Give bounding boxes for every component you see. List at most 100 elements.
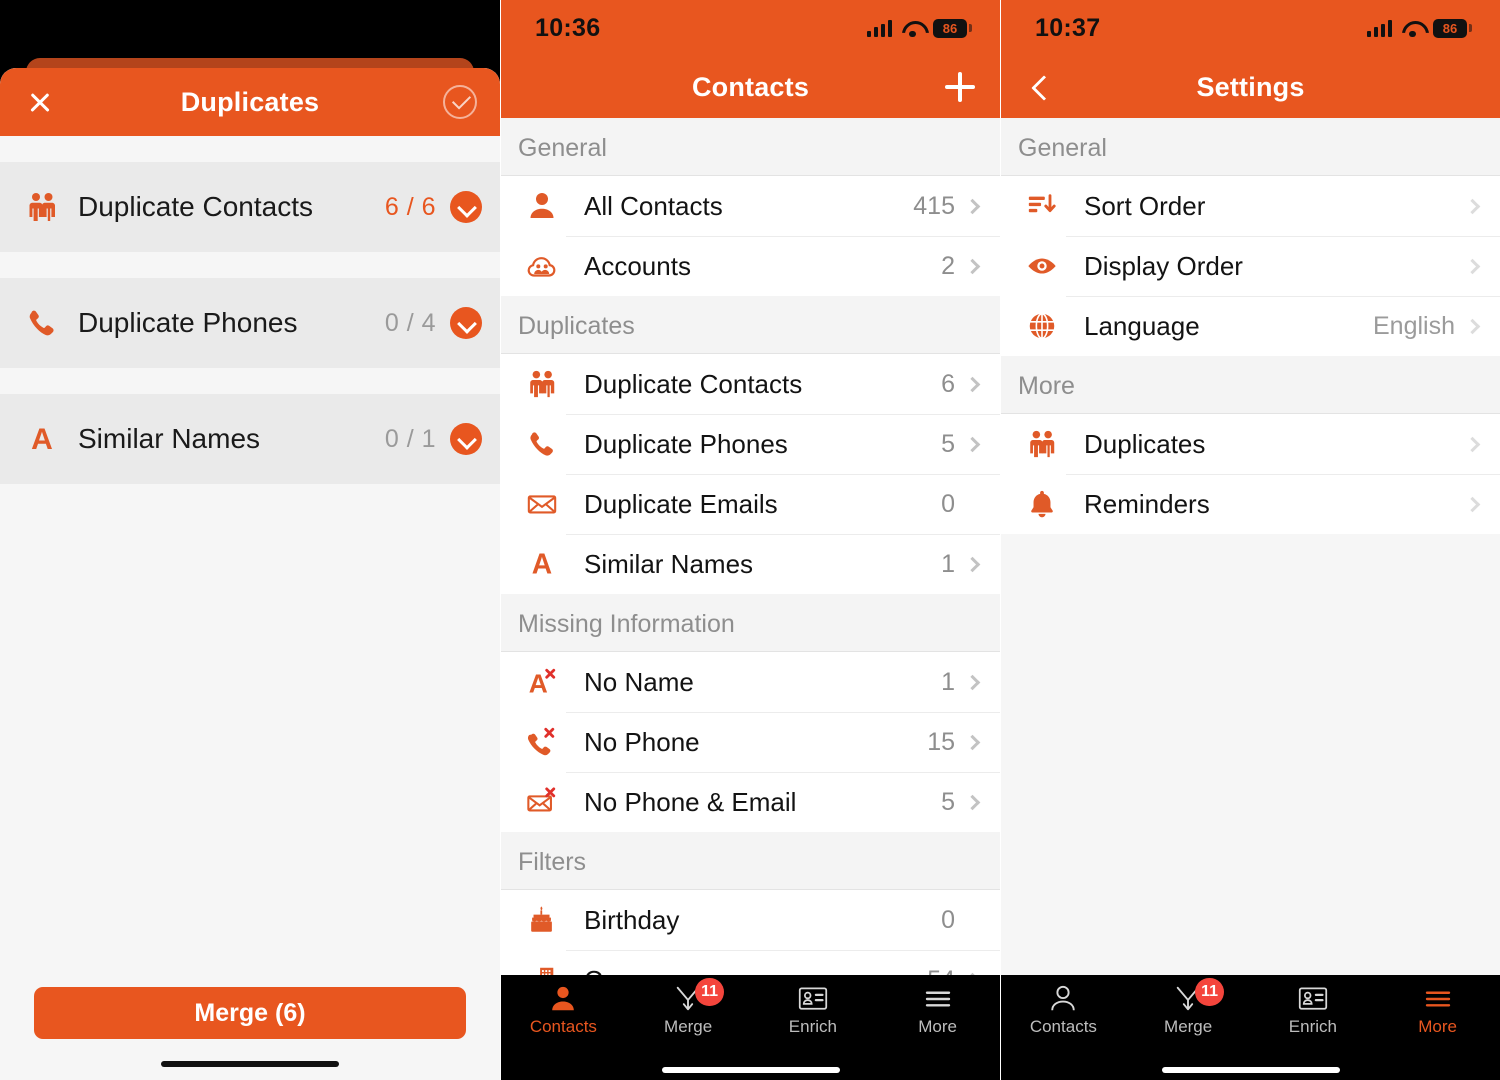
tab-label: Enrich — [1288, 1016, 1337, 1036]
list-item-value: English — [1373, 311, 1455, 340]
merge-arrow-icon: 11 — [673, 977, 725, 1014]
status-indicators: 86 — [1366, 18, 1472, 38]
tab-merge[interactable]: 11 Merge — [626, 975, 751, 1045]
merge-button[interactable]: Merge (6) — [34, 987, 466, 1039]
chevron-right-icon — [964, 674, 981, 690]
contacts-navbar: Contacts — [501, 56, 1000, 118]
duplicate-contacts-icon — [518, 368, 566, 400]
list-item-label: Duplicate Emails — [584, 488, 778, 519]
section-duplicates: Duplicate Contacts 6 Duplicate Phones 5 — [501, 354, 1000, 594]
tab-label: More — [918, 1016, 957, 1036]
phone-icon — [18, 306, 66, 340]
duplicates-list: Duplicate Contacts 6 / 6 Duplicate Phone… — [0, 136, 500, 484]
battery-icon: 86 — [933, 18, 972, 38]
expand-chevron-icon[interactable] — [450, 191, 482, 223]
list-item-label: Language — [1084, 310, 1200, 341]
list-item-accounts[interactable]: Accounts 2 — [501, 236, 1000, 296]
list-item-similar-names[interactable]: A Similar Names 1 — [501, 534, 1000, 594]
section-missing-information: A No Name 1 No Phone 15 No Phone & Email… — [501, 652, 1000, 832]
no-phone-icon — [518, 726, 566, 758]
list-item-label: Reminders — [1084, 488, 1210, 519]
list-item-sort-order[interactable]: Sort Order — [1001, 176, 1500, 236]
tab-label: Enrich — [788, 1016, 837, 1036]
list-item-no-phone-email[interactable]: No Phone & Email 5 — [501, 772, 1000, 832]
list-item-duplicate-contacts[interactable]: Duplicate Contacts 6 / 6 — [0, 162, 500, 252]
list-gap — [0, 252, 500, 278]
list-gap — [0, 368, 500, 394]
list-item-value: 1 — [941, 549, 955, 578]
list-item-duplicate-emails[interactable]: Duplicate Emails 0 — [501, 474, 1000, 534]
list-item-duplicate-phones[interactable]: Duplicate Phones 5 — [501, 414, 1000, 474]
chevron-right-icon — [1464, 198, 1481, 214]
contacts-list[interactable]: General All Contacts 415 Accounts 2 Dupl… — [501, 118, 1000, 1080]
list-item-birthday[interactable]: Birthday 0 — [501, 890, 1000, 950]
list-item-language[interactable]: Language English — [1001, 296, 1500, 356]
battery-icon: 86 — [1433, 18, 1472, 38]
tab-contacts[interactable]: Contacts — [1001, 975, 1126, 1045]
list-item-value: 5 — [941, 429, 955, 458]
accounts-cloud-icon — [518, 250, 566, 282]
section-general: Sort Order Display Order Language Englis… — [1001, 176, 1500, 356]
back-button[interactable] — [1001, 56, 1081, 118]
duplicates-navbar: Duplicates — [0, 68, 500, 136]
page-title: Contacts — [691, 71, 810, 102]
settings-list[interactable]: General Sort Order Display Order Languag… — [1001, 118, 1500, 1080]
list-item-no-name[interactable]: A No Name 1 — [501, 652, 1000, 712]
tab-contacts[interactable]: Contacts — [501, 975, 626, 1045]
close-button[interactable] — [0, 68, 80, 136]
settings-navbar: Settings — [1001, 56, 1500, 118]
select-all-button[interactable] — [420, 68, 500, 136]
chevron-right-icon — [964, 794, 981, 810]
tab-merge[interactable]: 11 Merge — [1126, 975, 1251, 1045]
merge-footer: Merge (6) — [0, 960, 500, 1080]
section-header-duplicates: Duplicates — [501, 296, 1000, 354]
chevron-right-icon — [964, 436, 981, 452]
back-chevron-icon — [1026, 72, 1056, 102]
chevron-right-icon — [964, 198, 981, 214]
cellular-signal-icon — [866, 19, 892, 37]
list-item-label: Duplicate Contacts — [584, 368, 803, 399]
list-item-count: 6 / 6 — [384, 192, 436, 221]
section-header-general: General — [1001, 118, 1500, 176]
list-item-duplicates[interactable]: Duplicates — [1001, 414, 1500, 474]
merge-badge: 11 — [1195, 977, 1225, 1006]
list-item-no-phone[interactable]: No Phone 15 — [501, 712, 1000, 772]
list-item-all-contacts[interactable]: All Contacts 415 — [501, 176, 1000, 236]
home-indicator — [161, 1061, 339, 1067]
duplicates-modal-sheet: Duplicates Duplicate Contacts 6 / 6 Dupl… — [0, 68, 500, 1080]
tab-enrich[interactable]: Enrich — [751, 975, 876, 1045]
list-item-similar-names[interactable]: A Similar Names 0 / 1 — [0, 394, 500, 484]
expand-chevron-icon[interactable] — [450, 307, 482, 339]
expand-chevron-icon[interactable] — [450, 423, 482, 455]
list-item-label: Similar Names — [584, 548, 754, 579]
bell-icon — [1018, 488, 1066, 520]
list-item-label: No Phone — [584, 726, 700, 757]
hamburger-icon — [923, 984, 953, 1014]
wifi-icon — [1401, 20, 1424, 37]
home-indicator — [1161, 1067, 1340, 1073]
person-icon — [548, 984, 578, 1014]
status-bar: 10:37 86 — [1001, 0, 1500, 56]
list-item-label: Birthday — [584, 904, 680, 935]
list-item-duplicate-contacts[interactable]: Duplicate Contacts 6 — [501, 354, 1000, 414]
merge-badge: 11 — [695, 977, 725, 1006]
phone-screen-contacts: 10:36 86 Contacts General All Contacts 4… — [500, 0, 1000, 1080]
list-item-display-order[interactable]: Display Order — [1001, 236, 1500, 296]
letter-a-icon: A — [518, 548, 566, 580]
list-item-label: Duplicate Phones — [584, 428, 788, 459]
globe-icon — [1018, 310, 1066, 342]
add-contact-button[interactable] — [920, 56, 1000, 118]
no-phone-email-icon — [518, 786, 566, 818]
phone-screen-duplicates: Duplicates Duplicate Contacts 6 / 6 Dupl… — [0, 0, 500, 1080]
list-item-duplicate-phones[interactable]: Duplicate Phones 0 / 4 — [0, 278, 500, 368]
section-header-filters: Filters — [501, 832, 1000, 890]
tab-more[interactable]: More — [875, 975, 1000, 1045]
chevron-right-icon — [1464, 258, 1481, 274]
tab-more[interactable]: More — [1375, 975, 1500, 1045]
list-top-gap — [0, 136, 500, 162]
list-item-label: Sort Order — [1084, 190, 1206, 221]
sort-order-icon — [1018, 190, 1066, 222]
three-phone-screenshots: Duplicates Duplicate Contacts 6 / 6 Dupl… — [0, 0, 1500, 1080]
list-item-reminders[interactable]: Reminders — [1001, 474, 1500, 534]
tab-enrich[interactable]: Enrich — [1251, 975, 1376, 1045]
